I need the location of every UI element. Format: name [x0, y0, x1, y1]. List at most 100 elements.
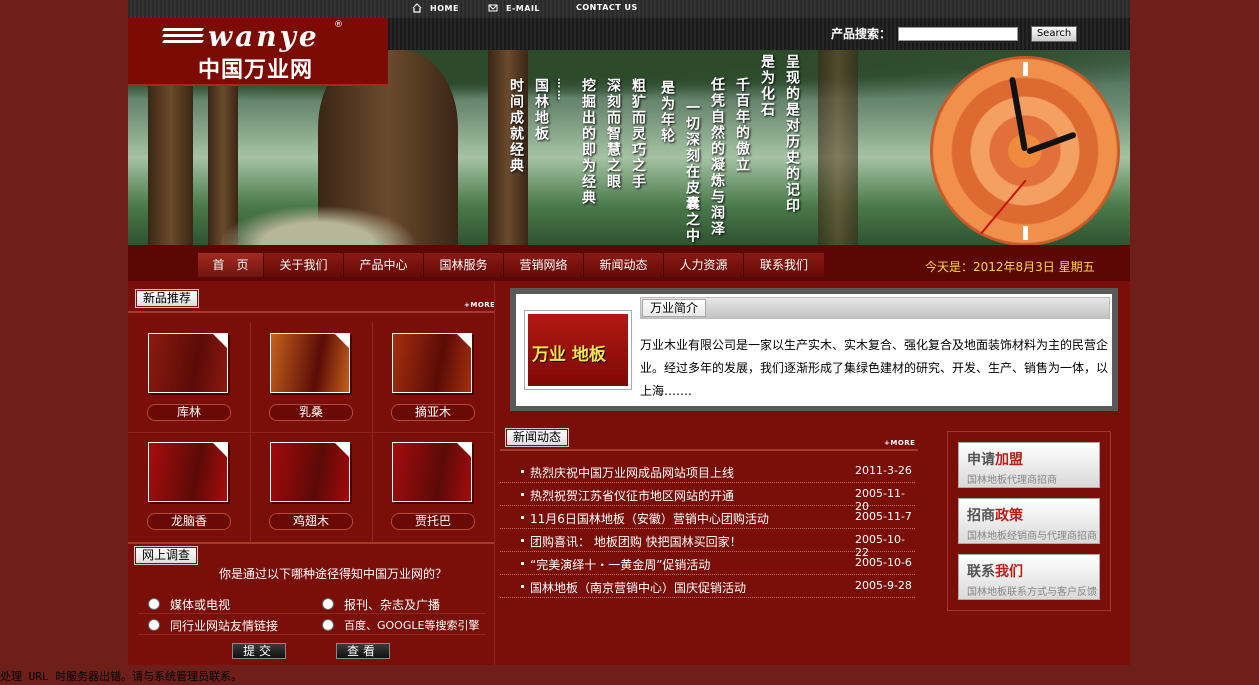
search-label: 产品搜索： — [831, 27, 892, 41]
product-label[interactable]: 库林 — [147, 404, 231, 421]
survey-option-radio[interactable] — [148, 619, 160, 631]
banner-text-column: 任凭自然的凝炼与润泽 — [709, 77, 725, 237]
nav-service[interactable]: 国林服务 — [424, 253, 504, 277]
products-more-link[interactable]: +MORE — [464, 301, 495, 309]
product-label[interactable]: 摘亚木 — [391, 404, 475, 421]
product-thumbnail[interactable] — [392, 333, 472, 393]
join-ad-banner[interactable]: 申请加盟 国林地板代理商招商 — [958, 442, 1100, 488]
policy-ad-banner[interactable]: 招商政策 国林地板经销商与代理商招商 — [958, 498, 1100, 544]
news-item-title[interactable]: 11月6日国林地板（安徽）营销中心团购活动 — [530, 510, 769, 527]
forest-path — [218, 205, 418, 245]
banner-text-column: 挖掘出的即为经典 — [580, 78, 596, 206]
survey-option-radio[interactable] — [322, 619, 334, 631]
survey-option-radio[interactable] — [148, 598, 160, 610]
nav-news[interactable]: 新闻动态 — [584, 253, 664, 277]
survey-view-button[interactable]: 查看 — [336, 643, 390, 659]
survey-heading: 网上调查 — [135, 547, 198, 564]
news-item[interactable]: “完美演绎十・一黄金周”促销活动 2005-10-6 — [500, 552, 915, 575]
ad-title: 联系我们 — [967, 564, 1023, 580]
intro-title: 万业简介 — [642, 299, 706, 317]
logo-speed-lines — [162, 28, 204, 44]
intro-text: 万业木业有限公司是一家以生产实木、实木复合、强化复合及地面装饰材料为主的民营企业… — [640, 338, 1109, 398]
divider — [128, 311, 494, 313]
contact-link[interactable]: CONTACT US — [576, 3, 638, 12]
product-thumbnail[interactable] — [148, 442, 228, 502]
survey-question: 你是通过以下哪种途径得知中国万业网的？ — [219, 567, 448, 581]
banner-text-column: 千百年的傲立 — [734, 77, 750, 173]
home-link[interactable]: HOME — [412, 3, 459, 13]
banner-text-column: 国林地板 — [533, 78, 549, 142]
nav-home[interactable]: 首 页 — [198, 253, 264, 277]
intro-image[interactable]: 万业 地板 — [524, 310, 632, 390]
news-item-date: 2011-3-26 — [855, 464, 912, 477]
news-item[interactable]: 国林地板（南京营销中心）国庆促销活动 2005-9-28 — [500, 575, 915, 598]
product-label[interactable]: 贾托巴 — [391, 513, 475, 530]
nav-contact[interactable]: 联系我们 — [744, 253, 824, 277]
banner-text-column: 粗犷而灵巧之手 — [630, 78, 646, 190]
news-item-date: 2005-10-6 — [855, 556, 912, 569]
news-item[interactable]: 热烈庆祝中国万业网成品网站项目上线 2011-3-26 — [500, 460, 915, 483]
bullet-icon — [521, 493, 524, 496]
home-icon — [412, 3, 422, 13]
home-link-label: HOME — [430, 3, 459, 13]
logo-wordmark: wanye — [208, 20, 320, 53]
ad-title: 招商政策 — [967, 508, 1023, 524]
column-divider — [494, 282, 495, 665]
news-item-title[interactable]: 热烈祝贺江苏省仪征市地区网站的开通 — [530, 487, 734, 504]
bullet-icon — [521, 470, 524, 473]
email-link[interactable]: E-MAIL — [488, 3, 540, 13]
nav-hr[interactable]: 人力资源 — [664, 253, 744, 277]
news-item-title[interactable]: 团购喜讯： 地板团购 快把国林买回家！ — [530, 533, 742, 550]
survey-option-label: 媒体或电视 — [170, 598, 231, 612]
survey-option-radio[interactable] — [322, 598, 334, 610]
news-item[interactable]: 热烈祝贺江苏省仪征市地区网站的开通 2005-11-20 — [500, 483, 915, 513]
tree-trunk — [818, 50, 858, 245]
clock-tick — [1023, 226, 1028, 240]
intro-header-bar — [640, 297, 1110, 319]
grid-divider — [128, 432, 494, 433]
news-item-title[interactable]: 国林地板（南京营销中心）国庆促销活动 — [530, 579, 746, 596]
news-more-link[interactable]: +MORE — [884, 439, 915, 447]
nav-marketing[interactable]: 营销网络 — [504, 253, 584, 277]
search-input[interactable] — [898, 27, 1018, 41]
mail-icon — [488, 4, 498, 12]
banner-text-column: 是为化石 — [759, 54, 775, 118]
ad-subtitle: 国林地板代理商招商 — [967, 475, 1057, 486]
contact-link-label: CONTACT US — [576, 3, 638, 12]
banner-text-column: 深刻而智慧之眼 — [605, 78, 621, 190]
news-item-date: 2005-9-28 — [855, 579, 912, 592]
search-button[interactable]: Search — [1031, 26, 1077, 42]
products-heading: 新品推荐 — [136, 290, 199, 307]
news-item-title[interactable]: 热烈庆祝中国万业网成品网站项目上线 — [530, 464, 734, 481]
product-thumbnail[interactable] — [148, 333, 228, 393]
ad-subtitle: 国林地板联系方式与客户反馈 — [967, 587, 1097, 598]
bullet-icon — [521, 562, 524, 565]
nav-products[interactable]: 产品中心 — [344, 253, 424, 277]
today-date: 今天是：2012年8月3日 星期五 — [925, 260, 1095, 274]
product-label[interactable]: 龙脑香 — [147, 513, 231, 530]
nav-about[interactable]: 关于我们 — [264, 253, 344, 277]
banner-text-column: 时间成就经典 — [508, 78, 524, 174]
clock-tick — [1023, 62, 1028, 76]
intro-image-bg: 万业 地板 — [528, 314, 628, 386]
product-thumbnail[interactable] — [270, 333, 350, 393]
news-item[interactable]: 11月6日国林地板（安徽）营销中心团购活动 2005-11-7 — [500, 506, 915, 529]
contact-ad-banner[interactable]: 联系我们 国林地板联系方式与客户反馈 — [958, 554, 1100, 600]
grid-divider — [128, 542, 494, 544]
survey-submit-button[interactable]: 提交 — [232, 643, 286, 659]
product-thumbnail[interactable] — [270, 442, 350, 502]
product-thumbnail[interactable] — [392, 442, 472, 502]
ad-subtitle: 国林地板经销商与代理商招商 — [967, 531, 1097, 542]
server-error-message: 处理 URL 时服务器出错。请与系统管理员联系。 — [0, 670, 243, 683]
bullet-icon — [521, 539, 524, 542]
product-label[interactable]: 鸡翅木 — [269, 513, 353, 530]
product-label[interactable]: 乳桑 — [269, 404, 353, 421]
survey-option-label: 同行业网站友情链接 — [170, 619, 279, 633]
tree-ring-clock — [930, 50, 1120, 246]
news-item[interactable]: 团购喜讯： 地板团购 快把国林买回家！ 2005-10-22 — [500, 529, 915, 559]
divider — [500, 449, 918, 451]
bullet-icon — [521, 516, 524, 519]
site-logo[interactable]: wanye ® 中国万业网 — [128, 18, 388, 86]
news-item-title[interactable]: “完美演绎十・一黄金周”促销活动 — [530, 556, 710, 573]
page-container: HOME E-MAIL CONTACT US 产品搜索： Search 呈现的是… — [128, 0, 1130, 665]
